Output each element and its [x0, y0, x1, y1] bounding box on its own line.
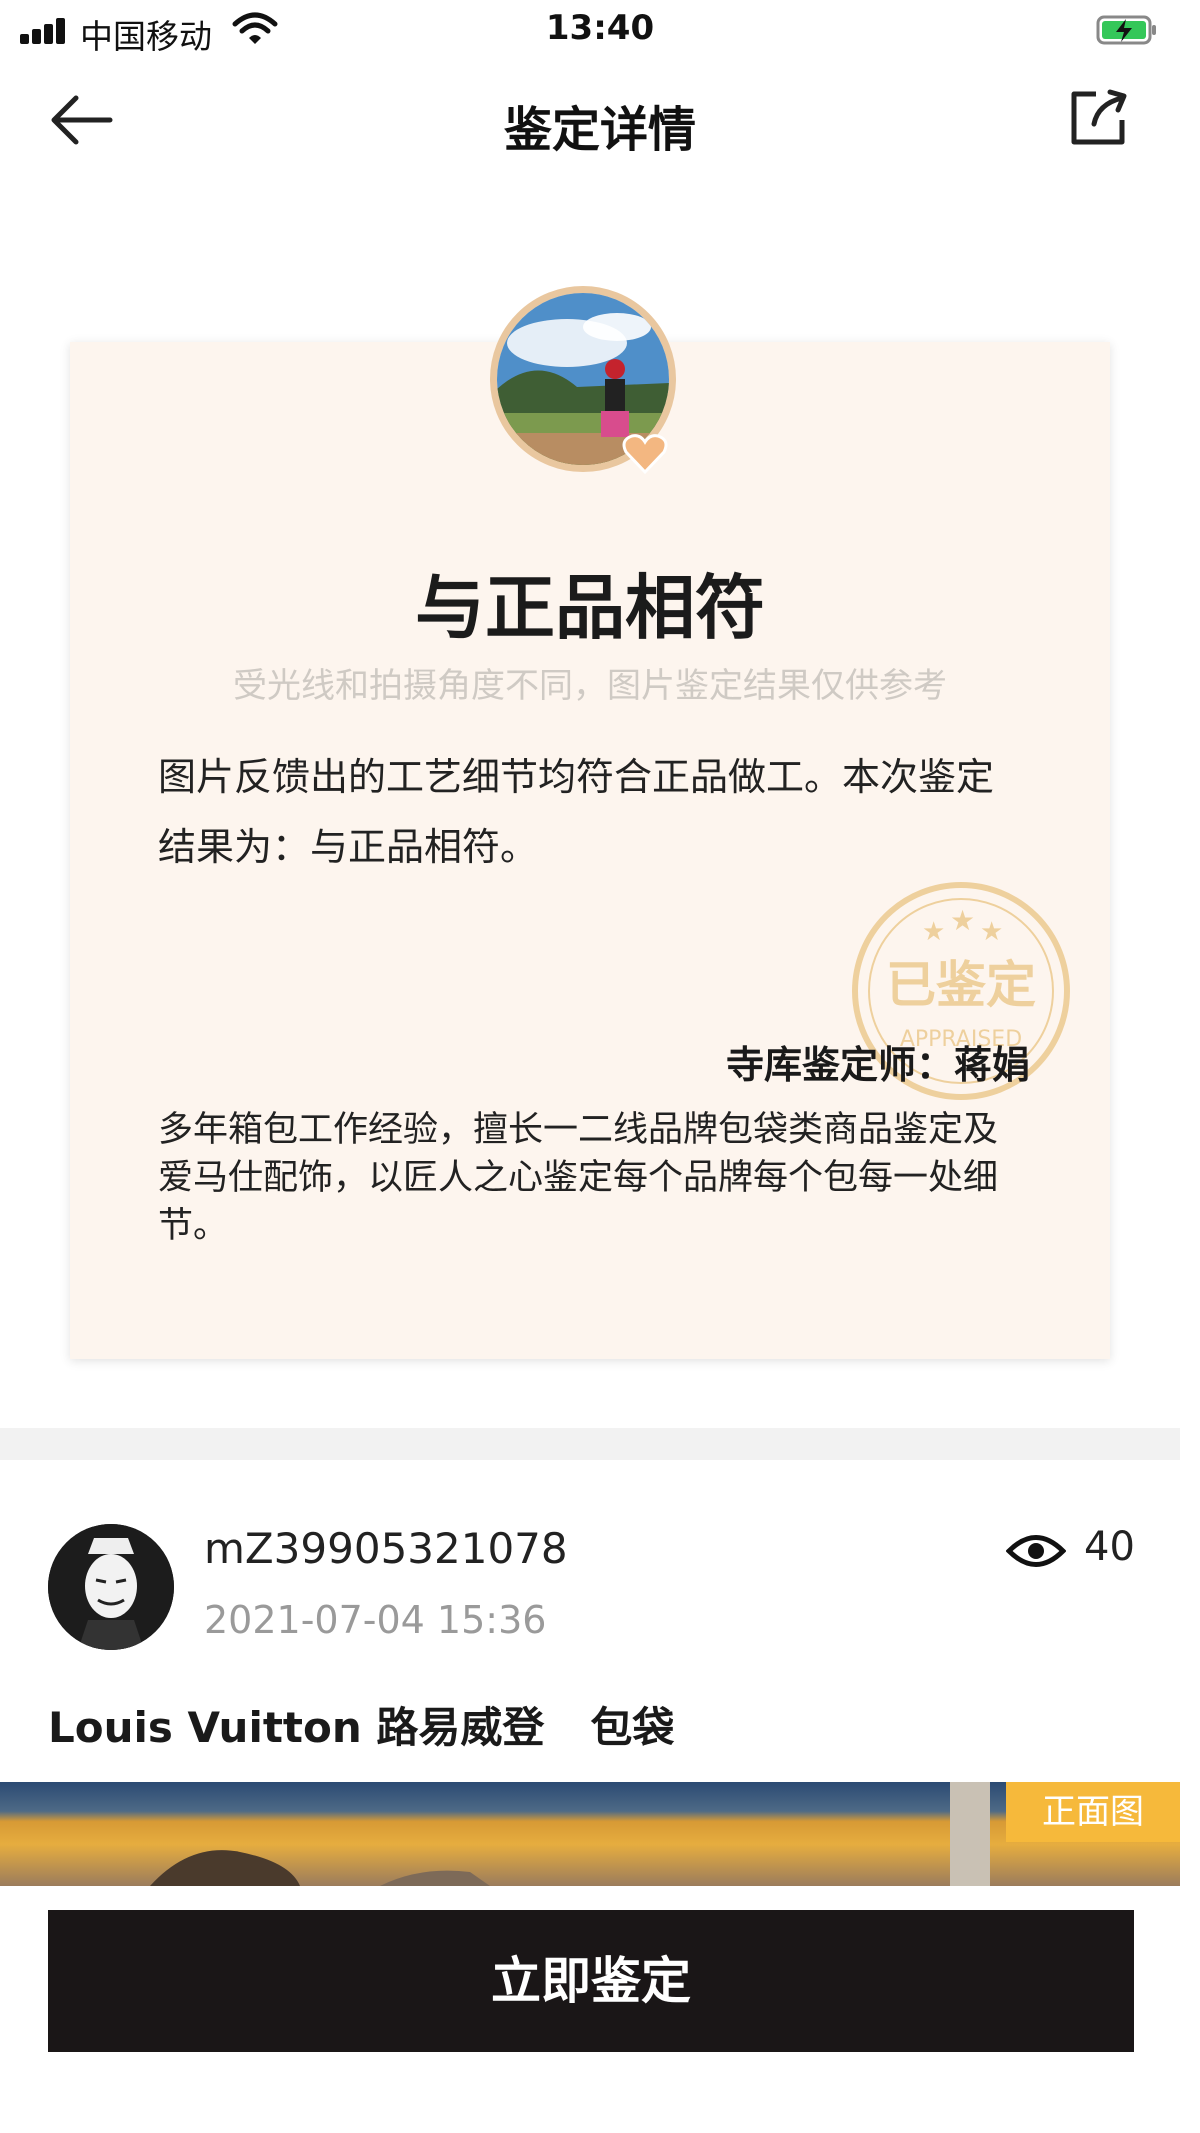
post-brand: Louis Vuitton 路易威登: [48, 1703, 545, 1752]
view-count: 40: [1084, 1524, 1135, 1570]
result-card: 与正品相符 受光线和拍摄角度不同，图片鉴定结果仅供参考 图片反馈出的工艺细节均符…: [70, 342, 1110, 1359]
product-photo[interactable]: [0, 1782, 1180, 1886]
verified-heart-icon: [622, 434, 668, 475]
username[interactable]: mZ39905321078: [204, 1524, 568, 1573]
result-description: 图片反馈出的工艺细节均符合正品做工。本次鉴定结果为：与正品相符。: [158, 755, 995, 869]
appraiser-name: 寺库鉴定师：蒋娟: [725, 1043, 1030, 1087]
eye-icon: [1006, 1535, 1066, 1567]
share-icon[interactable]: [1068, 86, 1130, 148]
post-time: 2021-07-04 15:36: [204, 1598, 547, 1642]
svg-text:★: ★: [922, 917, 945, 947]
nav-bar: 鉴定详情: [0, 60, 1200, 180]
result-title: 与正品相符: [415, 567, 765, 649]
user-avatar[interactable]: [48, 1524, 174, 1650]
status-time: 13:40: [545, 8, 655, 48]
svg-text:★: ★: [980, 917, 1003, 947]
post-title: Louis Vuitton 路易威登 包袋: [48, 1694, 674, 1755]
result-disclaimer: 受光线和拍摄角度不同，图片鉴定结果仅供参考: [233, 666, 947, 706]
stamp-text: 已鉴定: [886, 956, 1036, 1014]
status-bar: 中国移动 13:40: [0, 0, 1200, 60]
battery-charging-icon: [1096, 15, 1156, 45]
svg-text:★: ★: [950, 904, 975, 937]
appraiser-bio: 多年箱包工作经验，擅长一二线品牌包袋类商品鉴定及爱马仕配饰，以匠人之心鉴定每个品…: [158, 1110, 999, 1246]
section-divider: [0, 1428, 1180, 1460]
appraise-now-button[interactable]: 立即鉴定: [48, 1910, 1134, 2052]
page-title: 鉴定详情: [503, 102, 696, 158]
post-category: 包袋: [590, 1703, 675, 1752]
photo-tag: 正面图: [1006, 1782, 1180, 1842]
